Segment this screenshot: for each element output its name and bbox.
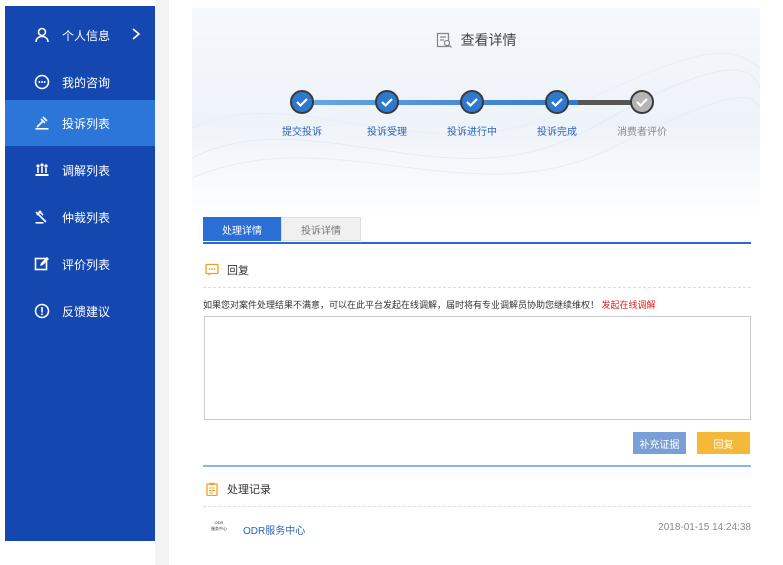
sidebar: 个人信息 我的咨询 投诉列表 调解列表 仲裁列表 评价列表 反馈建议 [5,6,155,541]
mediation-icon [34,162,50,178]
clipboard-icon [206,482,218,496]
logo-text-bottom: 服务中心 [211,526,227,531]
progress-steps: 提交投诉 投诉受理 投诉进行中 投诉完成 消费者评价 [282,90,670,150]
divider [203,287,751,288]
step-label: 投诉进行中 [447,127,497,138]
mediation-notice: 如果您对案件处理结果不满意，可以在此平台发起在线调解，届时将有专业调解员协助您继… [203,298,656,311]
tab-handling-details[interactable]: 处理详情 [203,217,281,241]
reply-section-header: 回复 [205,262,249,278]
step-label: 投诉受理 [367,127,407,138]
page-title-row: 查看详情 [192,30,760,50]
record-organization: ODR服务中心 [243,526,306,537]
record-row: ODR 服务中心 ODR服务中心 2018-01-15 14:24:38 [203,518,751,540]
sidebar-item-label: 评价列表 [62,257,111,272]
sidebar-item-arbitration[interactable]: 仲裁列表 [5,194,155,240]
chat-icon [34,74,50,90]
sidebar-item-label: 反馈建议 [62,304,111,319]
step-label: 投诉完成 [537,127,577,138]
comment-icon [205,263,219,276]
reply-heading: 回复 [227,265,249,277]
records-heading: 处理记录 [227,484,271,496]
sidebar-item-feedback[interactable]: 反馈建议 [5,288,155,334]
step-label: 消费者评价 [617,127,667,138]
reply-button[interactable]: 回复 [697,432,750,454]
record-timestamp: 2018-01-15 14:24:38 [658,522,751,533]
sidebar-item-label: 我的咨询 [62,75,111,90]
gavel-icon [34,115,50,131]
detail-tabs: 处理详情 投诉详情 [203,217,751,244]
sidebar-item-label: 投诉列表 [62,116,111,131]
chevron-right-icon [132,28,141,40]
step-node-done [545,90,569,114]
section-divider [203,465,751,467]
check-icon [290,90,314,114]
check-icon [375,90,399,114]
reply-input[interactable] [204,316,751,420]
info-icon [34,303,50,319]
sidebar-item-label: 仲裁列表 [62,210,111,225]
records-section-header: 处理记录 [205,481,271,497]
divider [203,506,751,507]
main-content: 查看详情 提交投诉 投诉受理 投诉进行中 投诉完成 消费者评价 处理详情 投诉详… [169,0,783,565]
sidebar-item-label: 调解列表 [62,163,111,178]
step-node-done [375,90,399,114]
sidebar-item-reviews[interactable]: 评价列表 [5,241,155,287]
step-label: 提交投诉 [282,127,322,138]
progress-line-done [310,100,578,105]
content-gutter [155,0,169,565]
check-icon [460,90,484,114]
check-icon [630,90,654,114]
start-mediation-link[interactable]: 发起在线调解 [602,300,656,310]
edit-icon [34,256,50,272]
document-search-icon [436,32,452,48]
sidebar-item-consultation[interactable]: 我的咨询 [5,59,155,105]
check-icon [545,90,569,114]
step-node-done [290,90,314,114]
odr-logo: ODR 服务中心 [209,520,229,538]
sidebar-item-label: 个人信息 [62,28,111,43]
step-node-done [460,90,484,114]
arbitration-icon [34,209,50,225]
sidebar-item-profile[interactable]: 个人信息 [5,12,155,58]
user-icon [34,27,50,43]
step-node-pending [630,90,654,114]
progress-banner: 查看详情 提交投诉 投诉受理 投诉进行中 投诉完成 消费者评价 [192,8,760,218]
sidebar-item-complaints[interactable]: 投诉列表 [5,100,155,146]
add-evidence-button[interactable]: 补充证据 [633,432,686,454]
sidebar-item-mediation[interactable]: 调解列表 [5,147,155,193]
notice-text: 如果您对案件处理结果不满意，可以在此平台发起在线调解，届时将有专业调解员协助您继… [203,300,600,310]
page-title: 查看详情 [460,32,517,48]
tab-complaint-details[interactable]: 投诉详情 [281,217,361,241]
